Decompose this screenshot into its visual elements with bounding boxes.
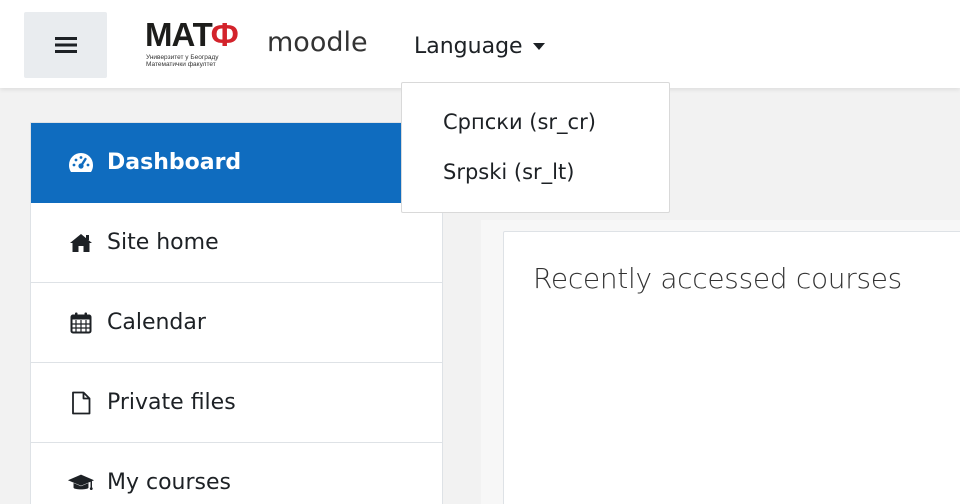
sidebar-item-my-courses[interactable]: My courses (31, 443, 442, 504)
sidebar-item-label: My courses (107, 470, 231, 495)
home-icon (67, 231, 95, 255)
drawer-toggle-button[interactable] (24, 12, 107, 78)
sidebar-item-site-home[interactable]: Site home (31, 203, 442, 283)
language-dropdown-menu: Српски (sr_cr) Srpski (sr_lt) (401, 82, 670, 213)
language-label: Language (414, 33, 523, 59)
sidebar-item-private-files[interactable]: Private files (31, 363, 442, 443)
sidebar-item-label: Site home (107, 230, 219, 255)
caret-down-icon (532, 42, 545, 50)
hamburger-icon (54, 37, 77, 53)
language-option-sr-lt[interactable]: Srpski (sr_lt) (402, 157, 669, 207)
language-menu-toggle[interactable]: Language (414, 32, 545, 60)
graduation-cap-icon (67, 471, 95, 495)
site-logo[interactable]: МАТФ Универзитет у Београду Математички … (145, 18, 385, 78)
sidebar-item-label: Private files (107, 390, 236, 415)
language-option-sr-cr[interactable]: Српски (sr_cr) (402, 107, 669, 157)
sidebar-item-calendar[interactable]: Calendar (31, 283, 442, 363)
navbar: МАТФ Универзитет у Београду Математички … (0, 0, 960, 88)
sidebar-item-label: Dashboard (107, 150, 242, 175)
sidebar-item-label: Calendar (107, 310, 206, 335)
logo-subtitle: Универзитет у Београду Математички факул… (146, 54, 219, 68)
logo-app-name: moodle (267, 27, 368, 58)
file-icon (67, 391, 95, 415)
recent-courses-card: Recently accessed courses (503, 231, 960, 504)
dashboard-icon (67, 151, 95, 175)
card-title: Recently accessed courses (533, 262, 902, 295)
logo-mark: МАТФ (145, 16, 239, 53)
sidebar-nav: Dashboard Site home Calendar Private fil… (30, 122, 443, 504)
sidebar-item-dashboard[interactable]: Dashboard (31, 123, 442, 203)
calendar-icon (67, 311, 95, 335)
